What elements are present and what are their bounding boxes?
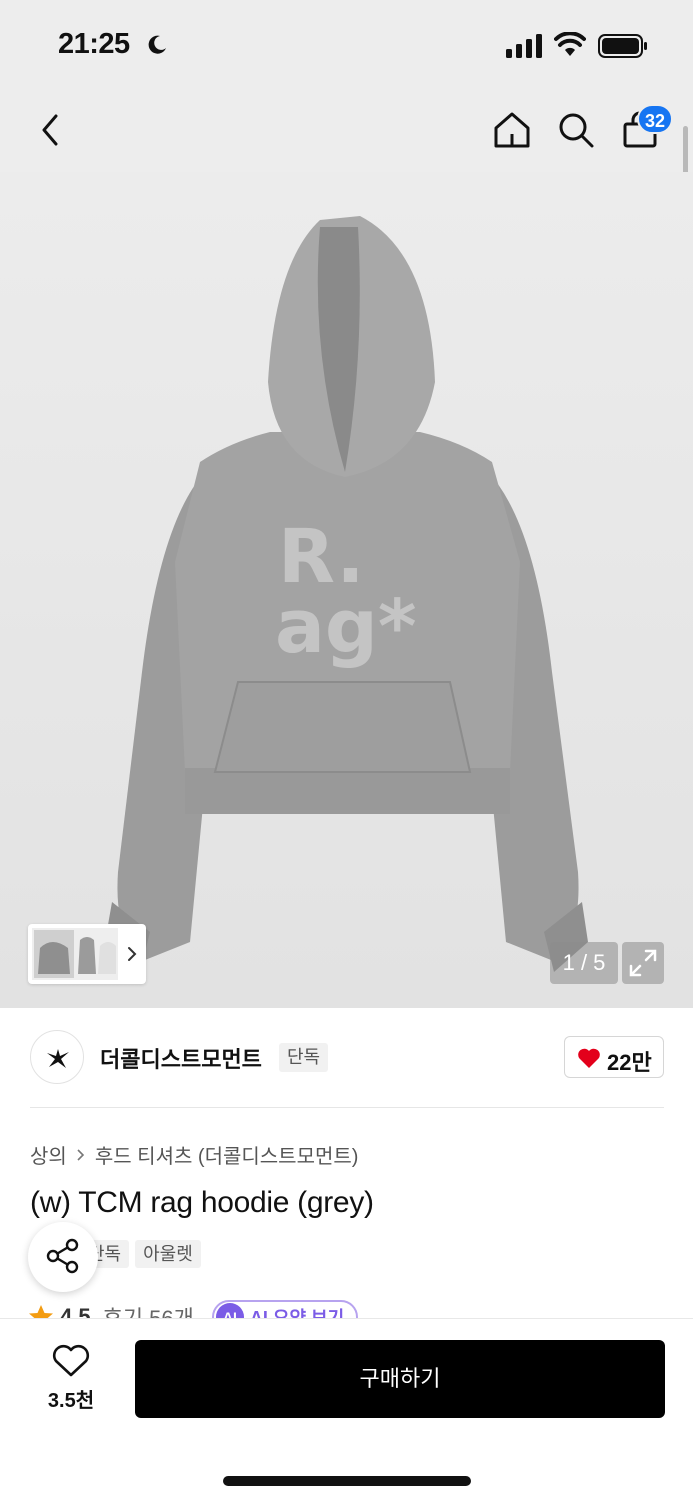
product-tag: 아울렛 <box>135 1240 201 1268</box>
home-icon[interactable] <box>492 110 532 150</box>
product-image: R. ag* <box>105 216 588 972</box>
chevron-right-icon[interactable] <box>122 944 142 964</box>
breadcrumb: 상의 후드 티셔츠 (더콜디스트모먼트) <box>30 1140 358 1169</box>
product-tags: 단독 아울렛 <box>80 1240 201 1268</box>
battery-icon <box>598 34 647 58</box>
brand-logo[interactable] <box>30 1030 84 1084</box>
buy-button[interactable]: 구매하기 <box>135 1340 665 1418</box>
cart-count-badge: 32 <box>637 104 674 134</box>
ai-summary-button[interactable]: AI AI 요약 보기 <box>211 1300 359 1320</box>
brand-like-count: 22만 <box>607 1050 652 1075</box>
heart-outline-icon[interactable] <box>52 1344 90 1378</box>
hoodie-print-line2: ag* <box>275 584 417 670</box>
breadcrumb-category[interactable]: 상의 <box>30 1140 67 1169</box>
expand-icon <box>629 949 657 977</box>
divider <box>30 1107 664 1108</box>
share-button[interactable] <box>28 1222 98 1292</box>
status-bar: 21:25 <box>0 0 693 92</box>
image-page-counter: 1 / 5 <box>550 942 618 984</box>
share-icon <box>46 1238 79 1274</box>
brand-exclusive-tag: 단독 <box>279 1043 329 1072</box>
moon-icon <box>148 35 166 54</box>
expand-button[interactable] <box>622 942 664 984</box>
heart-filled-icon <box>578 1048 600 1068</box>
wifi-icon <box>554 32 586 56</box>
brand-like-button[interactable]: 22만 <box>564 1036 664 1078</box>
thumbnail-images <box>32 928 118 980</box>
rating-row: 4.5 후기 56개 AI AI 요약 보기 <box>28 1300 688 1320</box>
brand-star-logo-icon <box>47 1049 69 1068</box>
status-time: 21:25 <box>58 28 130 60</box>
top-nav <box>0 92 693 172</box>
back-arrow-icon[interactable] <box>32 110 68 150</box>
product-title: (w) TCM rag hoodie (grey) <box>30 1186 374 1219</box>
product-image-gallery[interactable]: R. ag* <box>0 172 693 1008</box>
wishlist-count: 3.5천 <box>47 1390 95 1412</box>
home-indicator <box>223 1476 471 1486</box>
chevron-right-icon <box>77 1148 84 1161</box>
search-icon[interactable] <box>556 110 596 150</box>
cellular-signal-icon <box>506 34 542 58</box>
breadcrumb-subcategory[interactable]: 후드 티셔츠 (더콜디스트모먼트) <box>95 1140 359 1169</box>
brand-name[interactable]: 더콜디스트모먼트 <box>100 1042 262 1074</box>
